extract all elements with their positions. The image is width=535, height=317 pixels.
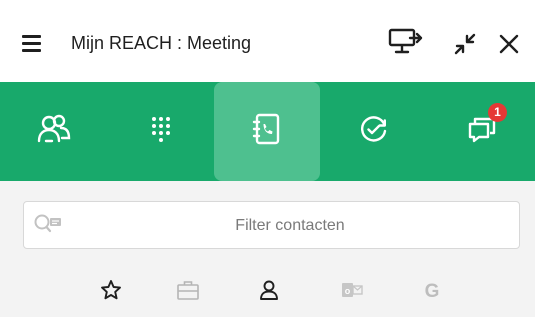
phonebook-icon bbox=[252, 113, 282, 150]
close-icon[interactable] bbox=[497, 32, 521, 56]
contacts-panel: o G bbox=[0, 181, 535, 317]
contact-filter-tabs: o G bbox=[0, 269, 535, 317]
main-nav-bar: 1 bbox=[0, 82, 535, 181]
nav-tab-phonebook[interactable] bbox=[213, 82, 320, 181]
history-check-icon bbox=[359, 114, 389, 149]
outlook-icon: o bbox=[341, 280, 363, 305]
filter-favorites[interactable] bbox=[98, 279, 124, 305]
search-card-icon bbox=[33, 213, 63, 237]
screen-share-icon[interactable] bbox=[388, 27, 424, 57]
filter-work[interactable] bbox=[175, 279, 201, 305]
search-box[interactable] bbox=[23, 201, 520, 250]
users-icon bbox=[37, 113, 71, 150]
nav-tab-dialpad[interactable] bbox=[107, 82, 214, 181]
app-window: Mijn REACH : Meeting 1 Filter contacten … bbox=[0, 0, 535, 317]
filter-contacts-input[interactable] bbox=[68, 202, 512, 250]
filter-outlook[interactable]: o bbox=[339, 279, 365, 305]
nav-tab-messages[interactable]: 1 bbox=[428, 82, 535, 181]
briefcase-icon bbox=[176, 279, 200, 306]
window-title: Mijn REACH : Meeting bbox=[71, 33, 252, 53]
svg-text:o: o bbox=[345, 286, 351, 296]
google-icon: G bbox=[424, 281, 440, 302]
filter-google[interactable]: G bbox=[419, 279, 445, 305]
nav-tab-contacts[interactable] bbox=[0, 82, 107, 181]
person-icon bbox=[258, 279, 280, 306]
filter-personal[interactable] bbox=[256, 279, 282, 305]
nav-tab-history[interactable] bbox=[320, 82, 427, 181]
unread-badge: 1 bbox=[488, 103, 507, 122]
star-icon bbox=[100, 279, 122, 306]
menu-icon[interactable] bbox=[22, 34, 42, 52]
title-bar: Mijn REACH : Meeting bbox=[0, 0, 535, 82]
dialpad-icon bbox=[151, 116, 171, 147]
collapse-icon[interactable] bbox=[452, 31, 478, 57]
